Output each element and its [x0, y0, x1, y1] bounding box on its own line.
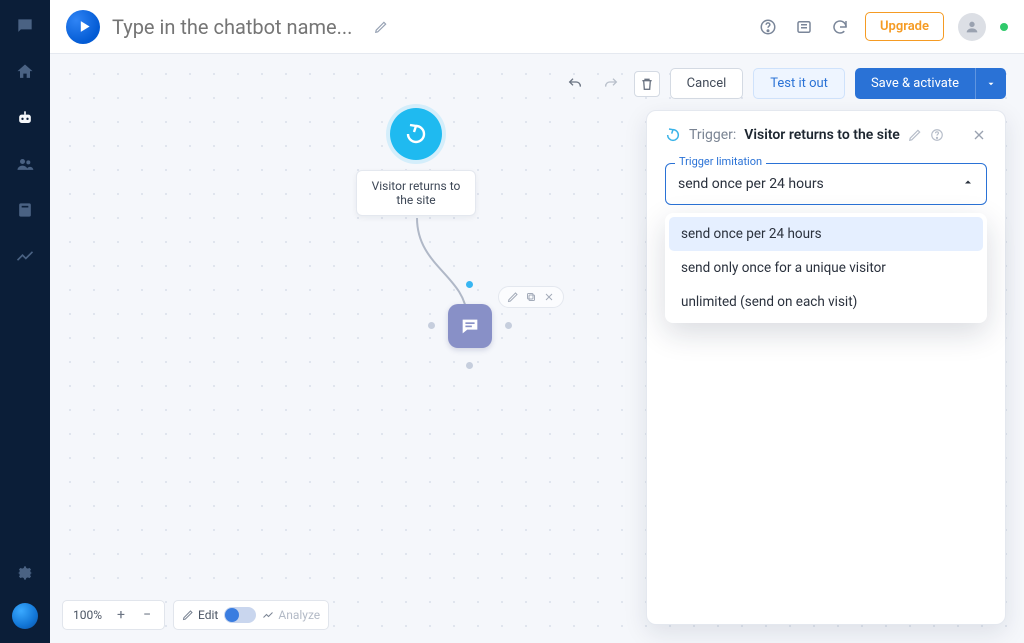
bot-icon[interactable] [13, 106, 37, 130]
node-port-top[interactable] [466, 281, 473, 288]
node-port-left[interactable] [428, 322, 435, 329]
brand-orb-icon[interactable] [12, 603, 38, 629]
trigger-icon [665, 127, 681, 143]
chatbot-name-input[interactable] [112, 15, 362, 39]
mode-analyze-label: Analyze [262, 608, 320, 622]
edit-analyze-toggle[interactable] [224, 607, 256, 623]
settings-icon[interactable] [13, 561, 37, 585]
save-activate-button[interactable]: Save & activate [855, 68, 975, 99]
zoom-value: 100% [69, 608, 106, 622]
trigger-limitation-select[interactable]: send once per 24 hours [665, 163, 987, 205]
delete-icon[interactable] [634, 71, 660, 97]
main-area: Upgrade Cancel [50, 0, 1024, 643]
select-value: send once per 24 hours [678, 176, 824, 192]
left-nav-rail [0, 0, 50, 643]
chat-icon[interactable] [13, 14, 37, 38]
canvas-toolbar: Cancel Test it out Save & activate [562, 68, 1006, 99]
edit-name-icon[interactable] [374, 20, 388, 34]
help-icon[interactable] [757, 16, 779, 38]
redo-icon [598, 71, 624, 97]
dropdown-option[interactable]: unlimited (send on each visit) [669, 285, 983, 319]
mode-toggle: Edit Analyze [173, 600, 329, 630]
node-port-bottom[interactable] [466, 362, 473, 369]
flow-canvas[interactable]: Cancel Test it out Save & activate Visit… [50, 54, 1024, 643]
trigger-node[interactable] [390, 108, 442, 160]
panel-close-icon[interactable] [971, 127, 987, 143]
top-bar: Upgrade [50, 0, 1024, 54]
node-port-right[interactable] [505, 322, 512, 329]
zoom-out-button[interactable]: − [136, 604, 158, 626]
canvas-bottombar: 100% + − Edit Analyze [62, 599, 329, 631]
save-dropdown-button[interactable] [975, 68, 1006, 99]
panel-edit-icon[interactable] [908, 128, 922, 142]
panel-trigger-prefix: Trigger: [689, 127, 736, 143]
avatar[interactable] [958, 13, 986, 41]
book-icon[interactable] [13, 198, 37, 222]
cancel-button[interactable]: Cancel [670, 68, 744, 99]
app-logo-icon[interactable] [66, 10, 100, 44]
presence-dot-icon [1000, 23, 1008, 31]
node-delete-icon[interactable] [541, 289, 557, 305]
node-copy-icon[interactable] [523, 289, 539, 305]
zoom-in-button[interactable]: + [110, 604, 132, 626]
field-label: Trigger limitation [675, 155, 766, 168]
trigger-settings-panel: Trigger: Visitor returns to the site Tri… [646, 110, 1006, 625]
test-button[interactable]: Test it out [753, 68, 845, 99]
dropdown-option[interactable]: send only once for a unique visitor [669, 251, 983, 285]
refresh-icon[interactable] [829, 16, 851, 38]
undo-icon[interactable] [562, 71, 588, 97]
chevron-up-icon [962, 176, 974, 192]
mode-edit-label: Edit [182, 608, 218, 622]
analytics-icon[interactable] [13, 244, 37, 268]
message-node[interactable] [448, 304, 492, 348]
trigger-node-label: Visitor returns to the site [356, 170, 476, 216]
node-action-bar [498, 286, 564, 308]
upgrade-button[interactable]: Upgrade [865, 12, 944, 41]
panel-help-icon[interactable] [930, 128, 944, 142]
news-icon[interactable] [793, 16, 815, 38]
node-edit-icon[interactable] [505, 289, 521, 305]
panel-trigger-name: Visitor returns to the site [744, 127, 900, 143]
zoom-controls: 100% + − [62, 600, 165, 630]
trigger-limitation-dropdown: send once per 24 hours send only once fo… [665, 213, 987, 323]
home-icon[interactable] [13, 60, 37, 84]
dropdown-option[interactable]: send once per 24 hours [669, 217, 983, 251]
contacts-icon[interactable] [13, 152, 37, 176]
